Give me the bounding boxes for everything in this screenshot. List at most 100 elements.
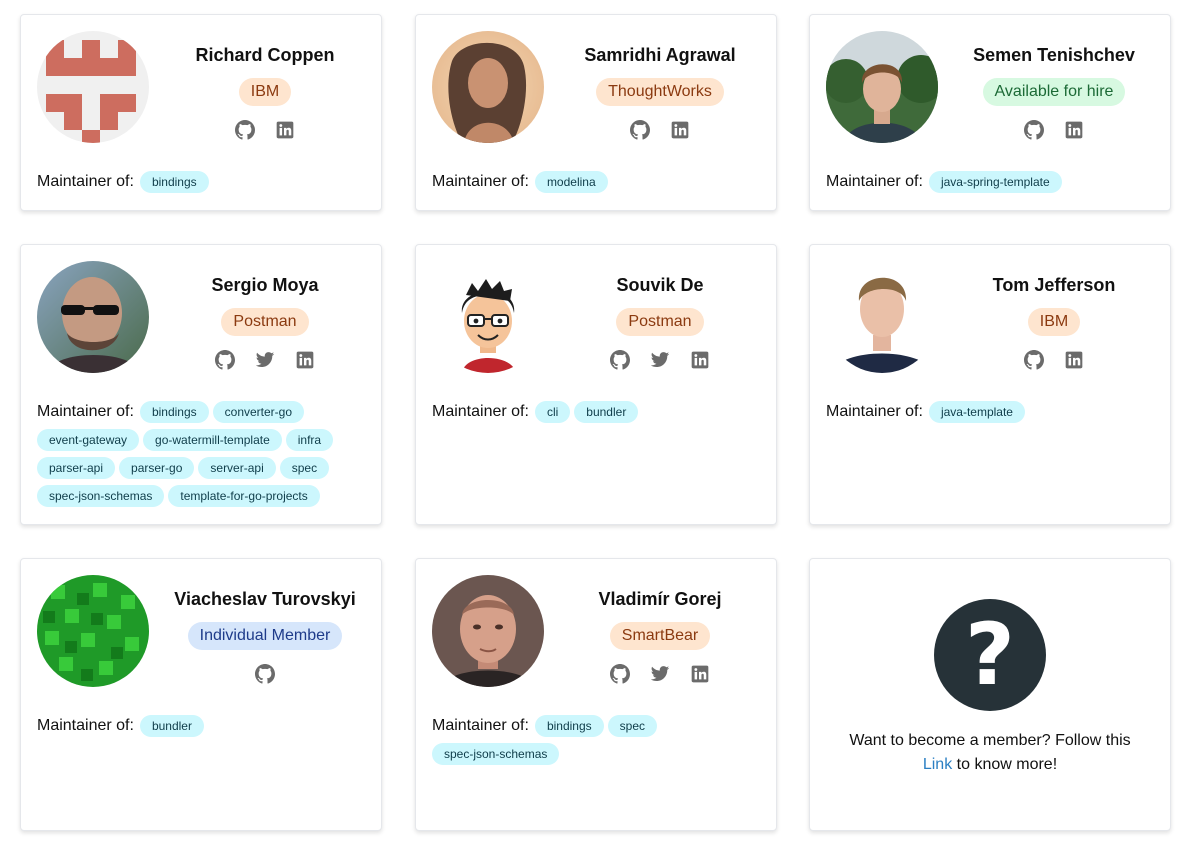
join-text-after: to know more!: [956, 756, 1058, 773]
question-mark-icon: ?: [934, 599, 1046, 711]
company-badge: IBM: [1027, 308, 1081, 336]
member-card: Vladimír Gorej SmartBear Maintainer of: …: [415, 558, 777, 831]
member-name: Vladimír Gorej: [598, 589, 722, 609]
member-name: Semen Tenishchev: [973, 45, 1135, 65]
portrait-photo: [37, 261, 149, 373]
linkedin-icon[interactable]: [670, 120, 690, 140]
member-name: Souvik De: [616, 275, 704, 295]
company-badge: ThoughtWorks: [596, 78, 724, 106]
member-card: Semen Tenishchev Available for hire Main…: [809, 14, 1171, 211]
repo-tag[interactable]: server-api: [198, 457, 276, 479]
member-avatar: [37, 575, 149, 687]
member-avatar: [432, 31, 544, 143]
maintainer-list: Maintainer of: bindings spec spec-json-s…: [432, 715, 766, 765]
maintainer-label: Maintainer of:: [432, 717, 529, 734]
member-card: Samridhi Agrawal ThoughtWorks Maintainer…: [415, 14, 777, 211]
linkedin-icon[interactable]: [690, 350, 710, 370]
repo-tag[interactable]: spec-json-schemas: [37, 485, 165, 507]
repo-tag[interactable]: parser-api: [37, 457, 116, 479]
twitter-icon[interactable]: [650, 664, 670, 684]
portrait-photo: [826, 31, 938, 143]
identicon-avatar-image: [37, 31, 149, 143]
maintainer-label: Maintainer of:: [826, 173, 923, 190]
maintainer-list: Maintainer of: bindings: [37, 171, 371, 193]
repo-tag[interactable]: template-for-go-projects: [168, 485, 320, 507]
member-card: Tom Jefferson IBM Maintainer of: java-te…: [809, 244, 1171, 525]
portrait-photo: [432, 575, 544, 687]
member-card: Sergio Moya Postman Maintainer of: bindi…: [20, 244, 382, 525]
maintainer-list: Maintainer of: modelina: [432, 171, 766, 193]
member-avatar: [826, 31, 938, 143]
repo-tag[interactable]: spec: [607, 715, 657, 737]
linkedin-icon[interactable]: [1064, 120, 1084, 140]
member-name: Sergio Moya: [211, 275, 319, 295]
maintainer-label: Maintainer of:: [826, 403, 923, 420]
github-icon[interactable]: [255, 664, 275, 684]
portrait-photo: [432, 31, 544, 143]
repo-tag[interactable]: converter-go: [212, 401, 305, 423]
maintainer-list: Maintainer of: java-spring-template: [826, 171, 1160, 193]
member-avatar: [37, 31, 149, 143]
maintainer-label: Maintainer of:: [432, 403, 529, 420]
repo-tag[interactable]: java-template: [928, 401, 1025, 423]
github-icon[interactable]: [610, 664, 630, 684]
repo-tag[interactable]: bundler: [574, 401, 639, 423]
twitter-icon[interactable]: [650, 350, 670, 370]
maintainer-label: Maintainer of:: [432, 173, 529, 190]
maintainer-list: Maintainer of: bindings converter-go eve…: [37, 401, 371, 507]
member-card: Souvik De Postman Maintainer of: cli bun…: [415, 244, 777, 525]
company-badge: IBM: [238, 78, 292, 106]
repo-tag[interactable]: go-watermill-template: [143, 429, 282, 451]
github-icon[interactable]: [1024, 120, 1044, 140]
repo-tag[interactable]: cli: [534, 401, 571, 423]
github-icon[interactable]: [1024, 350, 1044, 370]
repo-tag[interactable]: infra: [285, 429, 334, 451]
member-name: Tom Jefferson: [992, 275, 1116, 295]
twitter-icon[interactable]: [255, 350, 275, 370]
member-avatar: [432, 575, 544, 687]
pixel-avatar-image: [37, 575, 149, 687]
membership-badge: Individual Member: [187, 622, 343, 650]
maintainer-label: Maintainer of:: [37, 403, 134, 420]
maintainer-list: Maintainer of: java-template: [826, 401, 1160, 423]
repo-tag[interactable]: modelina: [534, 171, 608, 193]
member-card: Richard Coppen IBM Maintainer of: bindin…: [20, 14, 382, 211]
linkedin-icon[interactable]: [275, 120, 295, 140]
join-card: ? Want to become a member? Follow this L…: [809, 558, 1171, 831]
linkedin-icon[interactable]: [295, 350, 315, 370]
github-icon[interactable]: [235, 120, 255, 140]
company-badge: SmartBear: [609, 622, 711, 650]
member-name: Richard Coppen: [195, 45, 335, 65]
join-text-before: Want to become a member? Follow this: [849, 732, 1131, 749]
company-badge: Postman: [221, 308, 309, 336]
member-name: Samridhi Agrawal: [584, 45, 736, 65]
member-avatar: [37, 261, 149, 373]
maintainer-label: Maintainer of:: [37, 717, 134, 734]
maintainer-label: Maintainer of:: [37, 173, 134, 190]
company-badge: Postman: [616, 308, 704, 336]
repo-tag[interactable]: java-spring-template: [928, 171, 1062, 193]
member-name: Viacheslav Turovskyi: [174, 589, 356, 609]
repo-tag[interactable]: parser-go: [119, 457, 195, 479]
portrait-photo: [826, 261, 938, 373]
join-message: Want to become a member? Follow this Lin…: [829, 729, 1150, 777]
repo-tag[interactable]: spec-json-schemas: [432, 743, 560, 765]
repo-tag[interactable]: bindings: [139, 401, 209, 423]
member-avatar: [432, 261, 544, 373]
maintainer-list: Maintainer of: bundler: [37, 715, 371, 737]
linkedin-icon[interactable]: [1064, 350, 1084, 370]
member-card: Viacheslav Turovskyi Individual Member M…: [20, 558, 382, 831]
repo-tag[interactable]: bundler: [139, 715, 204, 737]
availability-badge: Available for hire: [982, 78, 1126, 106]
github-icon[interactable]: [215, 350, 235, 370]
repo-tag[interactable]: bindings: [139, 171, 209, 193]
linkedin-icon[interactable]: [690, 664, 710, 684]
repo-tag[interactable]: bindings: [534, 715, 604, 737]
maintainer-list: Maintainer of: cli bundler: [432, 401, 766, 423]
member-avatar: [826, 261, 938, 373]
github-icon[interactable]: [630, 120, 650, 140]
repo-tag[interactable]: event-gateway: [37, 429, 140, 451]
github-icon[interactable]: [610, 350, 630, 370]
join-link[interactable]: Link: [923, 756, 952, 773]
repo-tag[interactable]: spec: [279, 457, 330, 479]
